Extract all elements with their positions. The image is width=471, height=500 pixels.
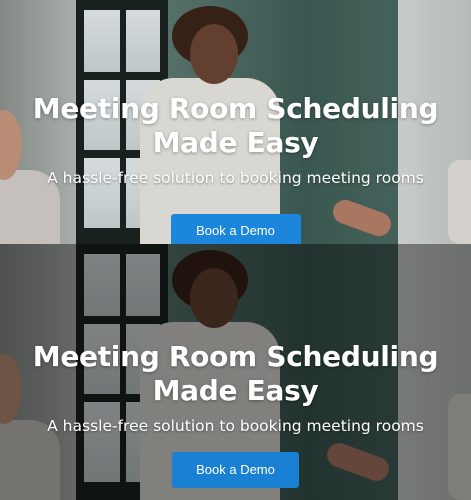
headline-line-1: Meeting Room Scheduling — [32, 340, 439, 373]
hero-subheadline: A hassle-free solution to booking meetin… — [47, 417, 424, 435]
hero-subheadline: A hassle-free solution to booking meetin… — [47, 169, 424, 187]
hero-headline: Meeting Room Scheduling Made Easy — [0, 340, 471, 408]
hero-text-block: Meeting Room Scheduling Made Easy A hass… — [0, 340, 471, 436]
hero-banner-dark: Meeting Room Scheduling Made Easy A hass… — [0, 244, 471, 500]
hero-banner-light: Meeting Room Scheduling Made Easy A hass… — [0, 0, 471, 244]
headline-line-2: Made Easy — [152, 126, 319, 159]
book-demo-button[interactable]: Book a Demo — [172, 452, 299, 488]
hero-text-block: Meeting Room Scheduling Made Easy A hass… — [0, 92, 471, 188]
headline-line-2: Made Easy — [152, 374, 319, 407]
hero-headline: Meeting Room Scheduling Made Easy — [0, 92, 471, 160]
book-demo-button[interactable]: Book a Demo — [170, 214, 301, 244]
headline-line-1: Meeting Room Scheduling — [32, 92, 439, 125]
